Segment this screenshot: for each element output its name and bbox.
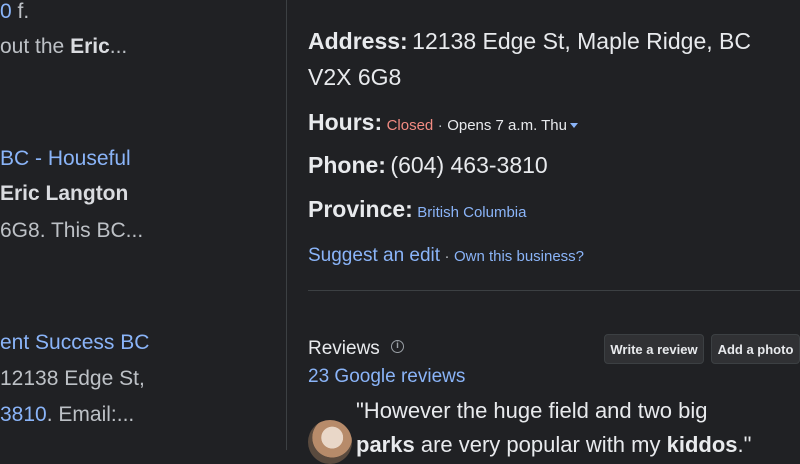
result-title-success-bc[interactable]: ent Success BC <box>0 331 149 355</box>
result-snippet-4: 6G8. This BC... <box>0 219 143 243</box>
separator: · <box>444 248 450 265</box>
snippet-bold: Eric <box>70 35 110 58</box>
info-icon[interactable]: i <box>391 340 404 353</box>
result-title-houseful[interactable]: BC - Houseful <box>0 147 131 171</box>
address-value-line2[interactable]: V2X 6G8 <box>308 64 401 91</box>
review-quote-line1: "However the huge field and two big <box>356 398 708 423</box>
quote-bold: kiddos <box>666 432 738 457</box>
snippet-text: out the <box>0 35 71 58</box>
phone-link[interactable]: (604) 463-3810 <box>390 152 547 178</box>
hours-next-open[interactable]: Opens 7 a.m. Thu <box>447 117 567 134</box>
reviewer-avatar <box>308 420 352 464</box>
hours-status: Closed <box>386 117 434 134</box>
address-value[interactable]: 12138 Edge St, Maple Ridge, BC <box>412 28 751 54</box>
address-row: Address: 12138 Edge St, Maple Ridge, BC <box>308 28 751 55</box>
google-reviews-link[interactable]: 23 Google reviews <box>308 366 465 388</box>
snippet-ellipsis: ... <box>109 35 128 58</box>
quote-text: ." <box>737 432 752 457</box>
snippet-ellipsis: ... <box>116 403 135 426</box>
result-snippet-3: Eric Langton <box>0 182 128 206</box>
edit-row: Suggest an edit · Own this business? <box>308 245 584 267</box>
result-snippet-2: out the Eric... <box>0 35 127 59</box>
phone-label: Phone: <box>308 152 386 178</box>
quote-text: are very popular with my <box>414 432 667 457</box>
hours-row: Hours: Closed · Opens 7 a.m. Thu <box>308 109 578 136</box>
caret-down-icon[interactable] <box>569 123 578 129</box>
snippet-text: 6G8. This BC <box>0 219 126 242</box>
phone-row: Phone: (604) 463-3810 <box>308 152 548 179</box>
suggest-edit-link[interactable]: Suggest an edit <box>308 245 440 266</box>
quote-bold: parks <box>356 432 415 457</box>
snippet-bold: Eric Langton <box>0 182 129 205</box>
hours-dropdown[interactable]: Opens 7 a.m. Thu <box>447 117 578 134</box>
snippet-link[interactable]: 3810 <box>0 403 47 426</box>
search-results-column: 0 f. out the Eric... BC - Houseful Eric … <box>0 0 286 450</box>
snippet-text: f. <box>11 0 30 23</box>
province-label: Province: <box>308 196 413 222</box>
reviews-title: Reviews <box>308 338 380 359</box>
add-photo-button[interactable]: Add a photo <box>711 334 800 364</box>
own-business-link[interactable]: Own this business? <box>454 248 584 265</box>
province-link[interactable]: British Columbia <box>417 204 526 221</box>
snippet-link[interactable]: 0 <box>0 0 12 23</box>
write-review-button[interactable]: Write a review <box>604 334 704 364</box>
snippet-text: . Email: <box>46 403 117 426</box>
review-quote-line2: parks are very popular with my kiddos." <box>356 432 751 458</box>
result-snippet-5: 12138 Edge St, <box>0 367 145 391</box>
section-divider <box>308 290 800 291</box>
snippet-ellipsis: ... <box>125 219 144 242</box>
hours-label: Hours: <box>308 109 383 135</box>
snippet-text: 12138 Edge St, <box>0 367 145 390</box>
province-row: Province: British Columbia <box>308 196 527 223</box>
result-snippet-1: 0 f. <box>0 0 29 24</box>
address-label: Address: <box>308 28 408 54</box>
result-snippet-6: 3810. Email:... <box>0 403 134 427</box>
column-divider <box>286 0 287 450</box>
separator: · <box>437 117 443 134</box>
